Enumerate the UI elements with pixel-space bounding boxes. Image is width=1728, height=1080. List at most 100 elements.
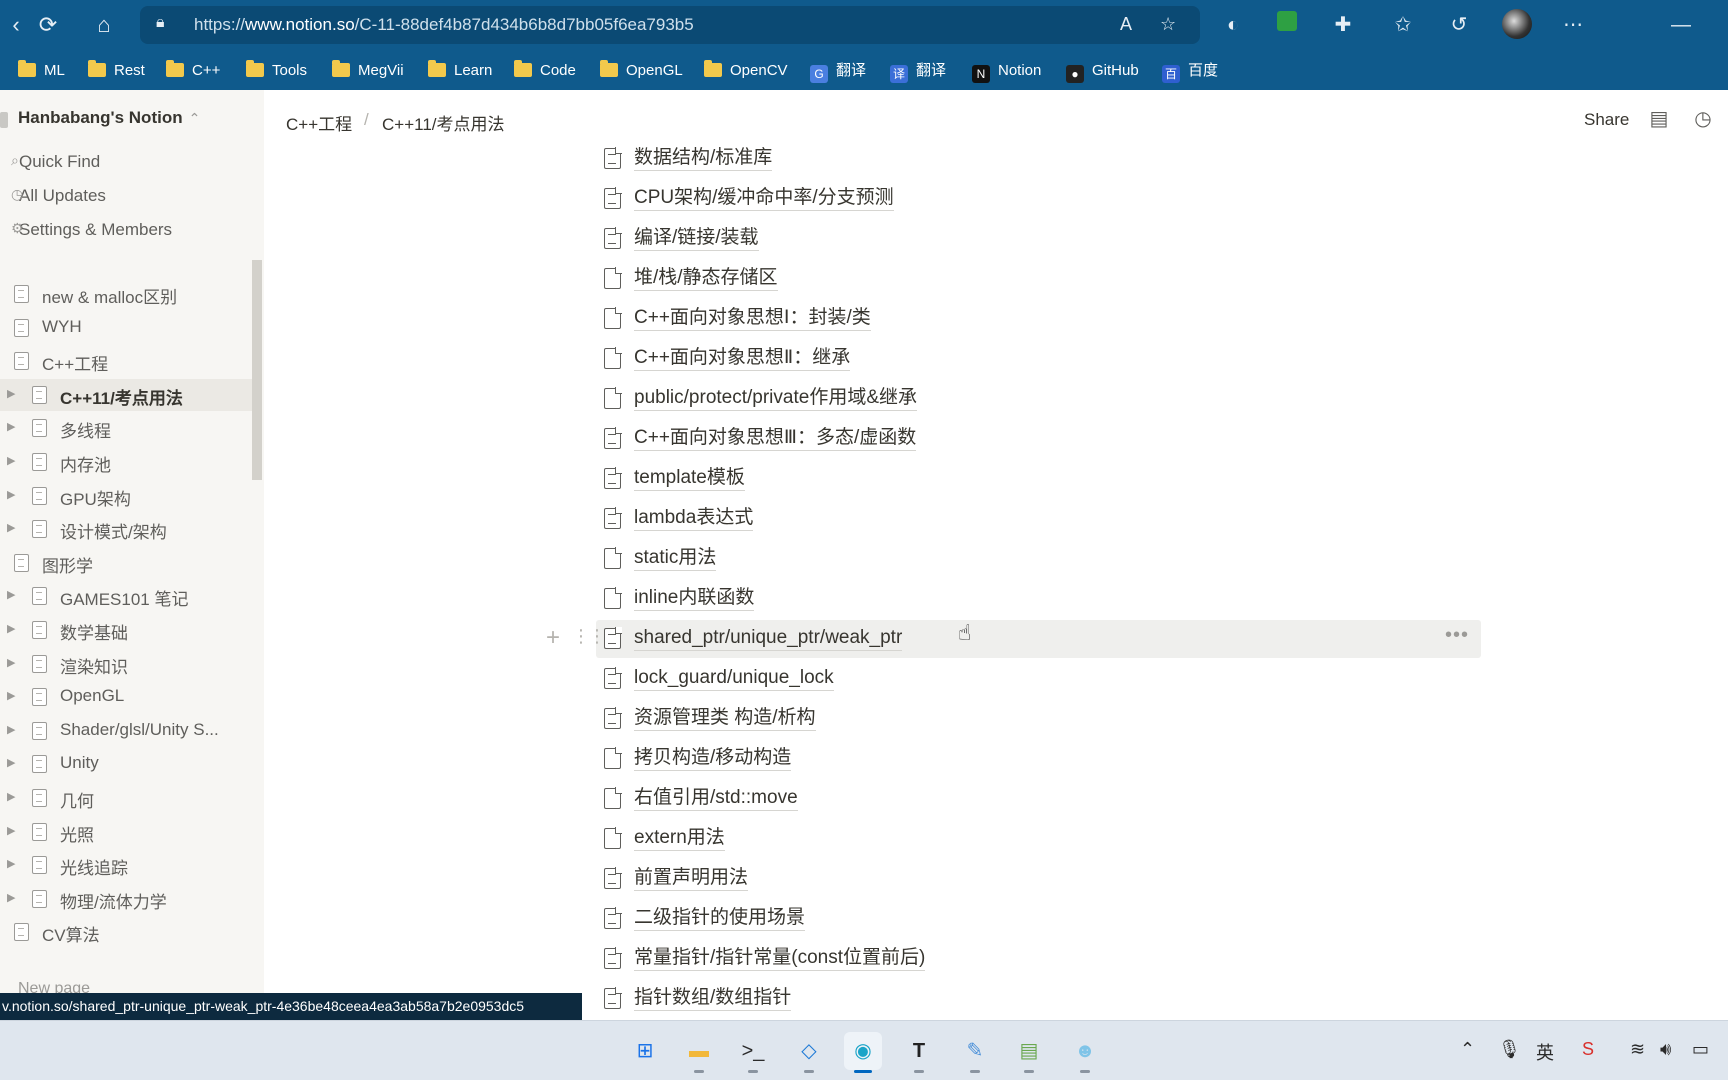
sidebar-tree-item[interactable]: CV算法 xyxy=(0,916,252,948)
sidebar-tree-item[interactable]: ▶ 数学基础 xyxy=(0,614,252,646)
subpage-title[interactable]: lock_guard/unique_lock xyxy=(634,666,834,691)
lock-icon[interactable]: 🔒︎ xyxy=(156,14,176,36)
bookmark-rest-1[interactable]: Rest xyxy=(88,58,145,84)
home-icon[interactable]: ⌂ xyxy=(88,10,120,42)
expand-arrow-icon[interactable]: ▶ xyxy=(7,756,15,769)
subpage-title[interactable]: inline内联函数 xyxy=(634,586,755,611)
breadcrumb-current-page[interactable]: C++11/考点用法 xyxy=(382,110,505,135)
url-text[interactable]: https://www.notion.so/C-11-88def4b87d434… xyxy=(194,15,694,35)
subpage-link[interactable]: lock_guard/unique_lock xyxy=(596,660,1481,698)
history-icon[interactable]: ↺ xyxy=(1444,10,1474,40)
subpage-link[interactable]: static用法 xyxy=(596,540,1481,578)
sidebar-tree-item[interactable]: ▶ GAMES101 笔记 xyxy=(0,580,252,612)
expand-arrow-icon[interactable]: ▶ xyxy=(7,488,15,501)
extension-green-icon[interactable] xyxy=(1272,10,1302,40)
sidebar-tree-item[interactable]: ▶ C++11/考点用法 xyxy=(0,379,252,411)
subpage-title[interactable]: template模板 xyxy=(634,466,745,491)
bookmark-tools-3[interactable]: Tools xyxy=(246,58,307,84)
sidebar-tree-item[interactable]: ▶ 渲染知识 xyxy=(0,648,252,680)
copilot-icon[interactable]: ◐ xyxy=(1218,10,1248,40)
subpage-link[interactable]: C++面向对象思想Ⅰ：封装/类 xyxy=(596,300,1481,338)
expand-arrow-icon[interactable]: ▶ xyxy=(7,420,15,433)
sidebar-tree-item[interactable]: new & malloc区别 xyxy=(0,278,252,310)
minimize-icon[interactable]: — xyxy=(1666,10,1696,40)
taskbar-typora-icon[interactable]: T xyxy=(900,1032,938,1073)
taskbar-drawing-app-icon[interactable]: ✎ xyxy=(956,1032,994,1073)
drag-handle-icon[interactable]: ⋮⋮ xyxy=(572,626,606,647)
sidebar-tree-item[interactable]: ▶ 多线程 xyxy=(0,412,252,444)
profile-avatar[interactable] xyxy=(1502,9,1532,39)
share-button[interactable]: Share xyxy=(1584,110,1629,130)
subpage-link[interactable]: 二级指针的使用场景 xyxy=(596,900,1481,938)
subpage-title[interactable]: 右值引用/std::move xyxy=(634,786,798,811)
bookmark-opencv-8[interactable]: OpenCV xyxy=(704,58,788,84)
favorites-icon[interactable]: ✩ xyxy=(1388,10,1418,40)
subpage-title[interactable]: C++面向对象思想Ⅱ：继承 xyxy=(634,346,851,371)
sidebar-tree-item[interactable]: ▶ 设计模式/架构 xyxy=(0,513,252,545)
expand-arrow-icon[interactable]: ▶ xyxy=(7,891,15,904)
extensions-icon[interactable]: ✚ xyxy=(1328,10,1358,40)
bookmark-ml-0[interactable]: ML xyxy=(18,58,65,84)
expand-arrow-icon[interactable]: ▶ xyxy=(7,387,15,400)
volume-icon[interactable]: 🔊︎ xyxy=(1660,1039,1671,1060)
all-updates-link[interactable]: ◷ All Updates xyxy=(11,186,106,206)
sidebar-tree-item[interactable]: ▶ 几何 xyxy=(0,782,252,814)
microphone-icon[interactable]: 🎙︎ xyxy=(1498,1039,1521,1060)
more-options-icon[interactable]: ⋯ xyxy=(1558,10,1588,40)
bookmark-learn-5[interactable]: Learn xyxy=(428,58,492,84)
bookmark-megvii-4[interactable]: MegVii xyxy=(332,58,404,84)
quick-find-link[interactable]: ⌕ Quick Find xyxy=(11,152,100,172)
subpage-link[interactable]: 右值引用/std::move xyxy=(596,780,1481,818)
subpage-title[interactable]: 指针数组/数组指针 xyxy=(634,986,792,1011)
address-bar[interactable]: 🔒︎ https://www.notion.so/C-11-88def4b87d… xyxy=(140,6,1200,44)
chevron-up-icon[interactable]: ⌃ xyxy=(1460,1039,1475,1060)
more-options-icon[interactable]: ••• xyxy=(1445,624,1469,647)
bookmark-opengl-7[interactable]: OpenGL xyxy=(600,58,683,84)
subpage-title[interactable]: 拷贝构造/移动构造 xyxy=(634,746,792,771)
comments-icon[interactable]: ▤ xyxy=(1646,106,1672,132)
bookmark---13[interactable]: 百百度 xyxy=(1162,58,1218,84)
subpage-link[interactable]: C++面向对象思想Ⅲ：多态/虚函数 xyxy=(596,420,1481,458)
subpage-link[interactable]: inline内联函数 xyxy=(596,580,1481,618)
sidebar-tree-item[interactable]: ▶ Shader/glsl/Unity S... xyxy=(0,715,252,747)
subpage-link[interactable]: shared_ptr/unique_ptr/weak_ptr + ⋮⋮ ••• xyxy=(546,620,1481,658)
subpage-title[interactable]: public/protect/private作用域&继承 xyxy=(634,386,917,411)
taskbar-edge-icon[interactable]: ◉ xyxy=(844,1032,882,1073)
breadcrumb-cpp-project[interactable]: C++工程 xyxy=(286,110,352,135)
subpage-link[interactable]: 指针数组/数组指针 xyxy=(596,980,1481,1018)
expand-arrow-icon[interactable]: ▶ xyxy=(7,622,15,635)
ime-indicator[interactable]: 英 xyxy=(1536,1039,1554,1065)
workspace-switcher[interactable]: Hanbabang's Notion ⌃ xyxy=(18,108,200,128)
taskbar-start-icon[interactable]: ⊞ xyxy=(626,1032,664,1070)
subpage-title[interactable]: shared_ptr/unique_ptr/weak_ptr xyxy=(634,626,903,651)
sidebar-tree-item[interactable]: WYH xyxy=(0,312,252,344)
read-aloud-icon[interactable]: A xyxy=(1120,14,1132,35)
sidebar-tree-item[interactable]: ▶ 内存池 xyxy=(0,446,252,478)
expand-arrow-icon[interactable]: ▶ xyxy=(7,824,15,837)
subpage-link[interactable]: 拷贝构造/移动构造 xyxy=(596,740,1481,778)
expand-arrow-icon[interactable]: ▶ xyxy=(7,656,15,669)
subpage-link[interactable]: lambda表达式 xyxy=(596,500,1481,538)
bookmark-c--2[interactable]: C++ xyxy=(166,58,220,84)
taskbar-game-app-icon[interactable]: ☻ xyxy=(1066,1032,1104,1073)
battery-icon[interactable]: ▭ xyxy=(1692,1039,1709,1060)
sidebar-scrollbar[interactable] xyxy=(252,260,262,480)
expand-arrow-icon[interactable]: ▶ xyxy=(7,454,15,467)
bookmark-notion-11[interactable]: N Notion xyxy=(972,58,1041,84)
subpage-link[interactable]: 前置声明用法 xyxy=(596,860,1481,898)
subpage-link[interactable]: 资源管理类 构造/析构 xyxy=(596,700,1481,738)
subpage-title[interactable]: CPU架构/缓冲命中率/分支预测 xyxy=(634,186,894,211)
sidebar-tree-item[interactable]: ▶ 光照 xyxy=(0,816,252,848)
favorite-add-icon[interactable]: ☆ xyxy=(1160,14,1176,35)
subpage-title[interactable]: extern用法 xyxy=(634,826,725,851)
subpage-title[interactable]: 二级指针的使用场景 xyxy=(634,906,806,931)
expand-arrow-icon[interactable]: ▶ xyxy=(7,790,15,803)
wifi-icon[interactable]: ≋ xyxy=(1630,1039,1645,1060)
taskbar-chart-app-icon[interactable]: ▤ xyxy=(1010,1032,1048,1073)
sidebar-tree-item[interactable]: ▶ OpenGL xyxy=(0,681,252,713)
subpage-title[interactable]: C++面向对象思想Ⅲ：多态/虚函数 xyxy=(634,426,917,451)
add-block-icon[interactable]: + xyxy=(546,624,560,652)
expand-arrow-icon[interactable]: ▶ xyxy=(7,723,15,736)
expand-arrow-icon[interactable]: ▶ xyxy=(7,689,15,702)
subpage-title[interactable]: 堆/栈/静态存储区 xyxy=(634,266,778,291)
